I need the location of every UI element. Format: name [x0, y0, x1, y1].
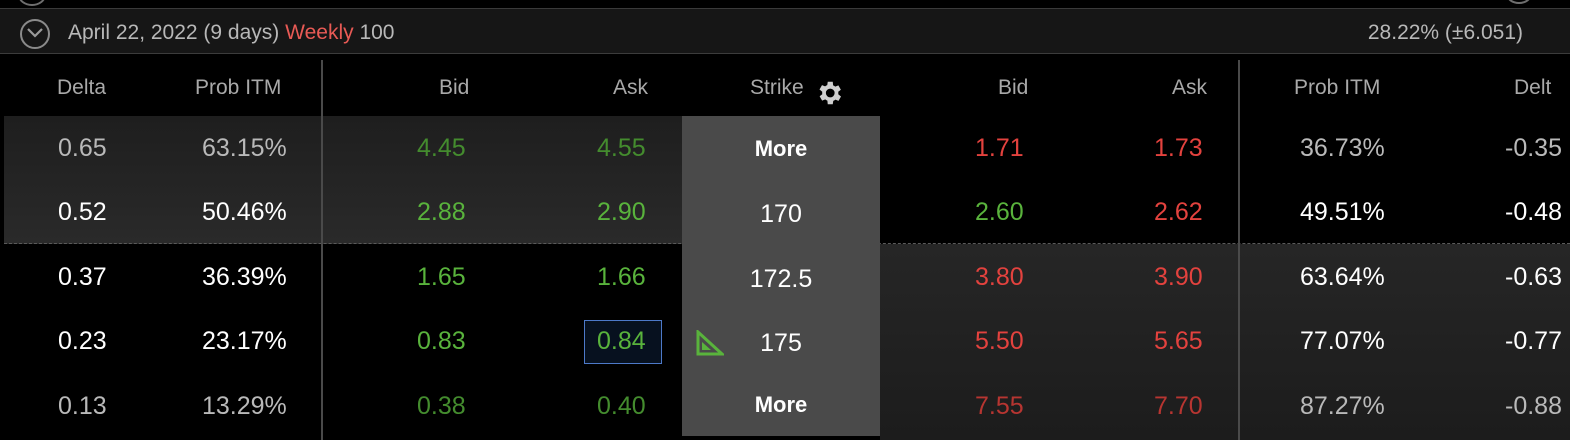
- put-delta: -0.35: [1505, 134, 1562, 162]
- put-ask[interactable]: 5.65: [1154, 327, 1203, 356]
- call-bid[interactable]: 4.45: [417, 134, 466, 163]
- put-ask[interactable]: 7.70: [1154, 392, 1203, 421]
- call-bid[interactable]: 0.38: [417, 392, 466, 421]
- chevron-down-circle-icon[interactable]: [20, 19, 50, 49]
- call-ask[interactable]: 4.55: [597, 134, 646, 163]
- gear-icon[interactable]: [814, 78, 844, 113]
- triangle-flag-icon: [696, 328, 726, 361]
- strike-price[interactable]: 170: [682, 200, 880, 229]
- more-strikes-button[interactable]: More: [682, 392, 880, 418]
- put-delta: -0.88: [1505, 392, 1562, 420]
- put-prob-itm: 77.07%: [1300, 327, 1385, 355]
- call-delta: 0.37: [58, 263, 107, 291]
- call-bid[interactable]: 2.88: [417, 198, 466, 227]
- expiration-header[interactable]: April 22, 2022 (9 days) Weekly 100 28.22…: [0, 9, 1570, 54]
- put-ask[interactable]: 1.73: [1154, 134, 1203, 163]
- previous-expiration-strip: [0, 0, 1570, 9]
- call-prob-itm: 36.39%: [202, 263, 287, 291]
- call-delta: 0.13: [58, 392, 107, 420]
- option-row[interactable]: 0.52 50.46% 2.88 2.90 170 2.60 2.62 49.5…: [0, 180, 1570, 244]
- header-call-ask[interactable]: Ask: [613, 76, 648, 100]
- option-row[interactable]: 0.37 36.39% 1.65 1.66 172.5 3.80 3.90 63…: [0, 245, 1570, 309]
- put-bid[interactable]: 3.80: [975, 263, 1024, 292]
- call-delta: 0.23: [58, 327, 107, 355]
- put-bid[interactable]: 2.60: [975, 198, 1024, 227]
- edge-circle-icon: [1506, 0, 1532, 4]
- put-bid[interactable]: 7.55: [975, 392, 1024, 421]
- expiration-date: April 22, 2022 (9 days): [68, 21, 280, 44]
- put-prob-itm: 49.51%: [1300, 198, 1385, 226]
- column-headers: Delta Prob ITM Bid Ask Strike Bid Ask Pr…: [0, 60, 1570, 116]
- call-prob-itm: 50.46%: [202, 198, 287, 226]
- header-delta[interactable]: Delta: [57, 76, 106, 100]
- expiration-label: April 22, 2022 (9 days) Weekly 100: [68, 21, 395, 45]
- header-put-prob-itm[interactable]: Prob ITM: [1294, 76, 1380, 100]
- option-row[interactable]: 0.23 23.17% 0.83 0.84 175 5.50 5.65 77.0…: [0, 309, 1570, 373]
- put-prob-itm: 63.64%: [1300, 263, 1385, 291]
- header-put-ask[interactable]: Ask: [1172, 76, 1207, 100]
- header-call-bid[interactable]: Bid: [439, 76, 469, 100]
- put-ask[interactable]: 2.62: [1154, 198, 1203, 227]
- collapse-circle-icon: [18, 0, 46, 6]
- expiration-cycle: Weekly: [285, 21, 354, 44]
- option-row[interactable]: 0.13 13.29% 0.38 0.40 More 7.55 7.70 87.…: [0, 374, 1570, 438]
- contract-size: 100: [359, 21, 395, 44]
- call-bid[interactable]: 1.65: [417, 263, 466, 292]
- put-prob-itm: 87.27%: [1300, 392, 1385, 420]
- put-delta: -0.63: [1505, 263, 1562, 291]
- put-delta: -0.48: [1505, 198, 1562, 226]
- strike-price[interactable]: 172.5: [682, 265, 880, 294]
- header-prob-itm[interactable]: Prob ITM: [195, 76, 281, 100]
- header-put-delta[interactable]: Delt: [1514, 76, 1551, 100]
- more-strikes-button[interactable]: More: [682, 136, 880, 162]
- put-delta: -0.77: [1505, 327, 1562, 355]
- header-put-bid[interactable]: Bid: [998, 76, 1028, 100]
- option-row[interactable]: 0.65 63.15% 4.45 4.55 More 1.71 1.73 36.…: [0, 116, 1570, 180]
- implied-volatility: 28.22% (±6.051): [1367, 21, 1523, 44]
- call-prob-itm: 13.29%: [202, 392, 287, 420]
- call-ask[interactable]: 2.90: [597, 198, 646, 227]
- put-prob-itm: 36.73%: [1300, 134, 1385, 162]
- header-strike[interactable]: Strike: [750, 76, 804, 100]
- put-ask[interactable]: 3.90: [1154, 263, 1203, 292]
- put-bid[interactable]: 5.50: [975, 327, 1024, 356]
- call-prob-itm: 63.15%: [202, 134, 287, 162]
- call-ask[interactable]: 0.40: [597, 392, 646, 421]
- call-delta: 0.65: [58, 134, 107, 162]
- call-ask-selected[interactable]: 0.84: [597, 327, 646, 356]
- call-ask[interactable]: 1.66: [597, 263, 646, 292]
- call-prob-itm: 23.17%: [202, 327, 287, 355]
- put-bid[interactable]: 1.71: [975, 134, 1024, 163]
- call-bid[interactable]: 0.83: [417, 327, 466, 356]
- call-delta: 0.52: [58, 198, 107, 226]
